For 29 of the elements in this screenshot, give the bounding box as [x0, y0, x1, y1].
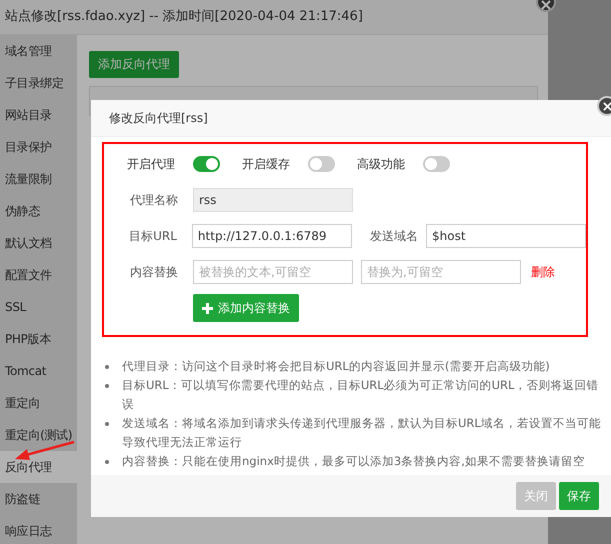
field-label: 代理名称	[129, 192, 178, 208]
arrow-annotation	[14, 440, 76, 462]
toggle-switch[interactable]	[193, 156, 220, 172]
toggle-label: 高级功能	[357, 156, 406, 172]
help-note: 发送域名：将域名添加到请求头传递到代理服务器，默认为目标URL域名，若设置不当可能导致代理无法正常运行	[122, 416, 601, 449]
close-icon	[541, 0, 551, 10]
close-button[interactable]	[597, 96, 611, 116]
close-icon	[603, 102, 611, 110]
toggle-label: 开启代理	[127, 156, 176, 172]
field-label: 内容替换	[129, 264, 178, 280]
window-title: 站点修改[rss.fdao.xyz] -- 添加时间[2020-04-04 21:17:46]	[0, 0, 548, 35]
replace-from-field[interactable]: 被替换的文本,可留空	[193, 260, 353, 284]
help-note: 代理目录：访问这个目录时将会把目标URL的内容返回并显示(需要开启高级功能)	[122, 359, 550, 373]
toggle-label: 开启缓存	[242, 156, 291, 172]
field-label: 发送域名	[369, 228, 418, 244]
host-field[interactable]: $host	[426, 224, 586, 248]
field-label: 目标URL	[128, 228, 177, 244]
help-note: 目标URL：可以填写你需要代理的站点，目标URL必须为可正常访问的URL，否则将返回错误	[122, 378, 598, 411]
toggle-switch[interactable]	[308, 156, 335, 172]
dialog-title: 修改反向代理[rss]	[91, 100, 611, 137]
help-note: 内容替换：只能在使用nginx时提供，最多可以添加3条替换内容,如果不需要替换请留空	[122, 454, 585, 468]
delete-link[interactable]: 删除	[531, 264, 555, 280]
replace-to-field[interactable]: 替换为,可留空	[361, 260, 521, 284]
add-replace-button[interactable]: 添加内容替换	[193, 294, 299, 322]
plus-icon	[202, 302, 213, 314]
sidebar-item[interactable]: 反向代理	[0, 451, 77, 483]
save-button[interactable]: 保存	[559, 482, 599, 510]
toggle-switch[interactable]	[423, 156, 450, 172]
target-url-field[interactable]: http://127.0.0.1:6789	[192, 224, 352, 248]
